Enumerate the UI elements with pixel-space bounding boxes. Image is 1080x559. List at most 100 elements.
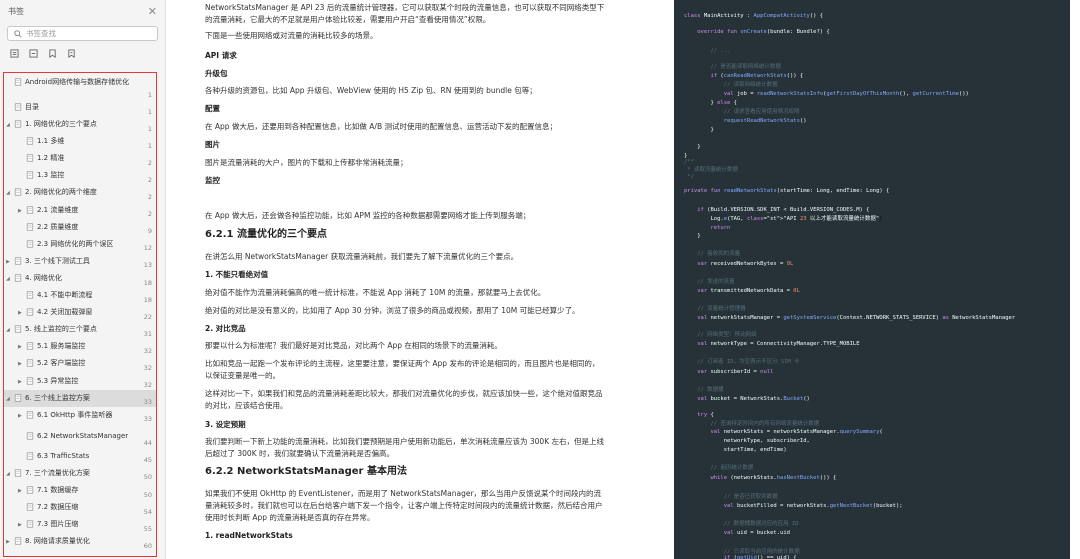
expand-arrow-icon[interactable]: ▶ [6,257,14,267]
toc-item[interactable]: 2.3 网络优化的两个误区 12 [4,236,156,253]
collapse-arrow-icon[interactable]: ◢ [6,325,14,335]
paragraph: 绝对值的对比是没有意义的，比如用了 App 30 分钟，浏览了很多的商品或视频，… [205,306,580,315]
toc-item[interactable]: ◢ 6. 三个线上监控方案 33 [4,389,156,407]
collapse-all-icon[interactable] [29,49,38,58]
heading: 监控 [205,176,220,185]
collapse-arrow-icon[interactable]: ◢ [6,274,14,284]
expand-arrow-icon[interactable] [18,171,26,172]
bookmark-page-icon [26,452,34,460]
expand-arrow-icon[interactable] [18,223,26,224]
section-heading: 6.2.2 NetworkStatsManager 基本用法 [205,466,407,477]
toc-item-label: 5.3 异常监控 [37,376,79,385]
toc-item[interactable]: ◢ 5. 线上监控的三个要点 31 [4,321,156,338]
toc-item[interactable]: ▶ 5.2 客户端监控 32 [4,355,156,372]
collapse-arrow-icon[interactable]: ◢ [6,120,14,130]
toc-item-label: 6.2 NetworkStatsManager [37,431,129,440]
search-placeholder: 书签查找 [26,29,56,38]
expand-arrow-icon[interactable] [18,154,26,155]
toc-item[interactable]: 1.1 多维 1 [4,133,156,150]
toc-item[interactable]: ◢ 2. 网络优化的两个维度 2 [4,184,156,201]
toc-item-label: 7.1 数据缓存 [37,485,79,494]
bookmark-page-icon [26,240,34,248]
expand-arrow-icon[interactable]: ▶ [18,520,26,530]
code-line: override fun onCreate(bundle: Bundle?) { [697,29,830,35]
toc-item-page: 54 [143,507,152,516]
toc-item-page: 31 [143,329,152,338]
bookmark-icon[interactable] [67,49,76,58]
code-line: } else { [684,100,737,106]
toc-item[interactable]: Android网络传输与数据存储优化 1 [4,73,156,99]
toc-item-page: 1 [147,90,152,99]
paragraph: 比如和竞品一起跑一个发布评论的主流程，这里要注意，要保证两个 App 发布的评论… [205,359,600,380]
expand-arrow-icon[interactable]: ▶ [18,206,26,216]
toc-item[interactable]: ▶ 3. 三个线下测试工具 13 [4,253,156,270]
toc-item[interactable]: 目录 1 [4,99,156,116]
document-page: NetworkStatsManager 是 API 23 后的流量统计管理器，它… [193,0,613,559]
bookmark-search-input[interactable]: 书签查找 [7,26,158,41]
toc-item[interactable]: ◢ 7. 三个流量优化方案 50 [4,465,156,482]
collapse-arrow-icon[interactable]: ◢ [6,394,14,404]
code-line: } [684,233,701,239]
toc-item-page: 2 [147,193,152,202]
expand-arrow-icon[interactable]: ▶ [18,411,26,421]
toc-item[interactable]: 4.1 不能中断流程 18 [4,287,156,304]
toc-item[interactable]: ▶ 2.1 流量维度 2 [4,202,156,219]
toc-item-page: 32 [143,346,152,355]
paragraph: NetworkStatsManager 是 API 23 后的流量统计管理器，它… [205,3,605,24]
expand-arrow-icon[interactable] [18,432,26,433]
code-line: // 流量统计管理器 [684,306,746,312]
toc-item[interactable]: ▶ 5.1 服务端监控 32 [4,338,156,355]
heading: 3. 设定预期 [205,420,246,429]
paragraph: 在 App 做大后，还会做各种监控功能，比如 APM 监控的各种数据都需要网络才… [205,211,531,220]
expand-all-icon[interactable] [10,49,19,58]
expand-arrow-icon[interactable] [18,452,26,453]
paragraph: 我们要判断一下新上功能的流量消耗，比如我们要预期是用户使用新功能后，单次消耗流量… [205,437,604,458]
toc-item-label: Android网络传输与数据存储优化 [25,78,130,86]
toc-item[interactable]: ▶ 8. 网络请求质量优化 60 [4,533,156,550]
bookmark-page-icon [26,342,34,350]
expand-arrow-icon[interactable] [18,240,26,241]
toc-item[interactable]: ▶ 4.2 关闭加载弹窗 22 [4,304,156,321]
code-line: */ [684,174,694,180]
toc-item[interactable]: 1.3 监控 2 [4,167,156,184]
toc-item-page: 18 [143,278,152,287]
toc-item[interactable]: 6.2 NetworkStatsManager 44 [4,424,156,448]
toc-item-label: 目录 [25,103,39,111]
code-line: // 读取网络统计数据 [684,82,778,88]
expand-arrow-icon[interactable] [6,103,14,104]
expand-arrow-icon[interactable]: ▶ [6,537,14,547]
expand-arrow-icon[interactable] [18,291,26,292]
code-line: val uid = bucket.uid [723,530,790,536]
code-line: } [684,127,714,133]
code-line: val networkStats = networkStatsManager.q… [710,429,883,435]
collapse-arrow-icon[interactable]: ◢ [6,469,14,479]
toc-item[interactable]: ◢ 1. 网络优化的三个要点 1 [4,116,156,133]
toc-item-label: 8. 网络请求质量优化 [25,537,90,546]
expand-arrow-icon[interactable] [6,78,14,79]
expand-arrow-icon[interactable] [18,503,26,504]
toc-item[interactable]: 2.2 质量维度 9 [4,219,156,236]
paragraph: 在讲怎么用 NetworkStatsManager 获取流量消耗前，我们要先了解… [205,252,519,261]
toc-item[interactable]: 6.3 TrafficStats 45 [4,448,156,465]
close-icon[interactable]: ✕ [148,5,157,18]
bookmark-page-icon [26,308,34,316]
toc-item[interactable]: ▶ 5.3 异常监控 32 [4,373,156,390]
expand-arrow-icon[interactable] [18,137,26,138]
code-line: } [684,144,701,150]
add-bookmark-icon[interactable] [48,49,57,58]
toc-item[interactable]: 7.2 数据压缩 54 [4,499,156,516]
sidebar-title: 书签 [8,6,24,16]
expand-arrow-icon[interactable]: ▶ [18,342,26,352]
bookmark-page-icon [26,503,34,511]
expand-arrow-icon[interactable]: ▶ [18,359,26,369]
toc-item[interactable]: ◢ 4. 网络优化 18 [4,270,156,287]
expand-arrow-icon[interactable]: ▶ [18,308,26,318]
expand-arrow-icon[interactable]: ▶ [18,377,26,387]
collapse-arrow-icon[interactable]: ◢ [6,188,14,198]
bookmark-page-icon [14,537,22,545]
toc-item[interactable]: 1.2 精准 2 [4,150,156,167]
toc-item[interactable]: ▶ 6.1 OkHttp 事件监听器 33 [4,407,156,424]
toc-item[interactable]: ▶ 7.1 数据缓存 50 [4,482,156,499]
expand-arrow-icon[interactable]: ▶ [18,486,26,496]
toc-item[interactable]: ▶ 7.3 图片压缩 55 [4,516,156,533]
